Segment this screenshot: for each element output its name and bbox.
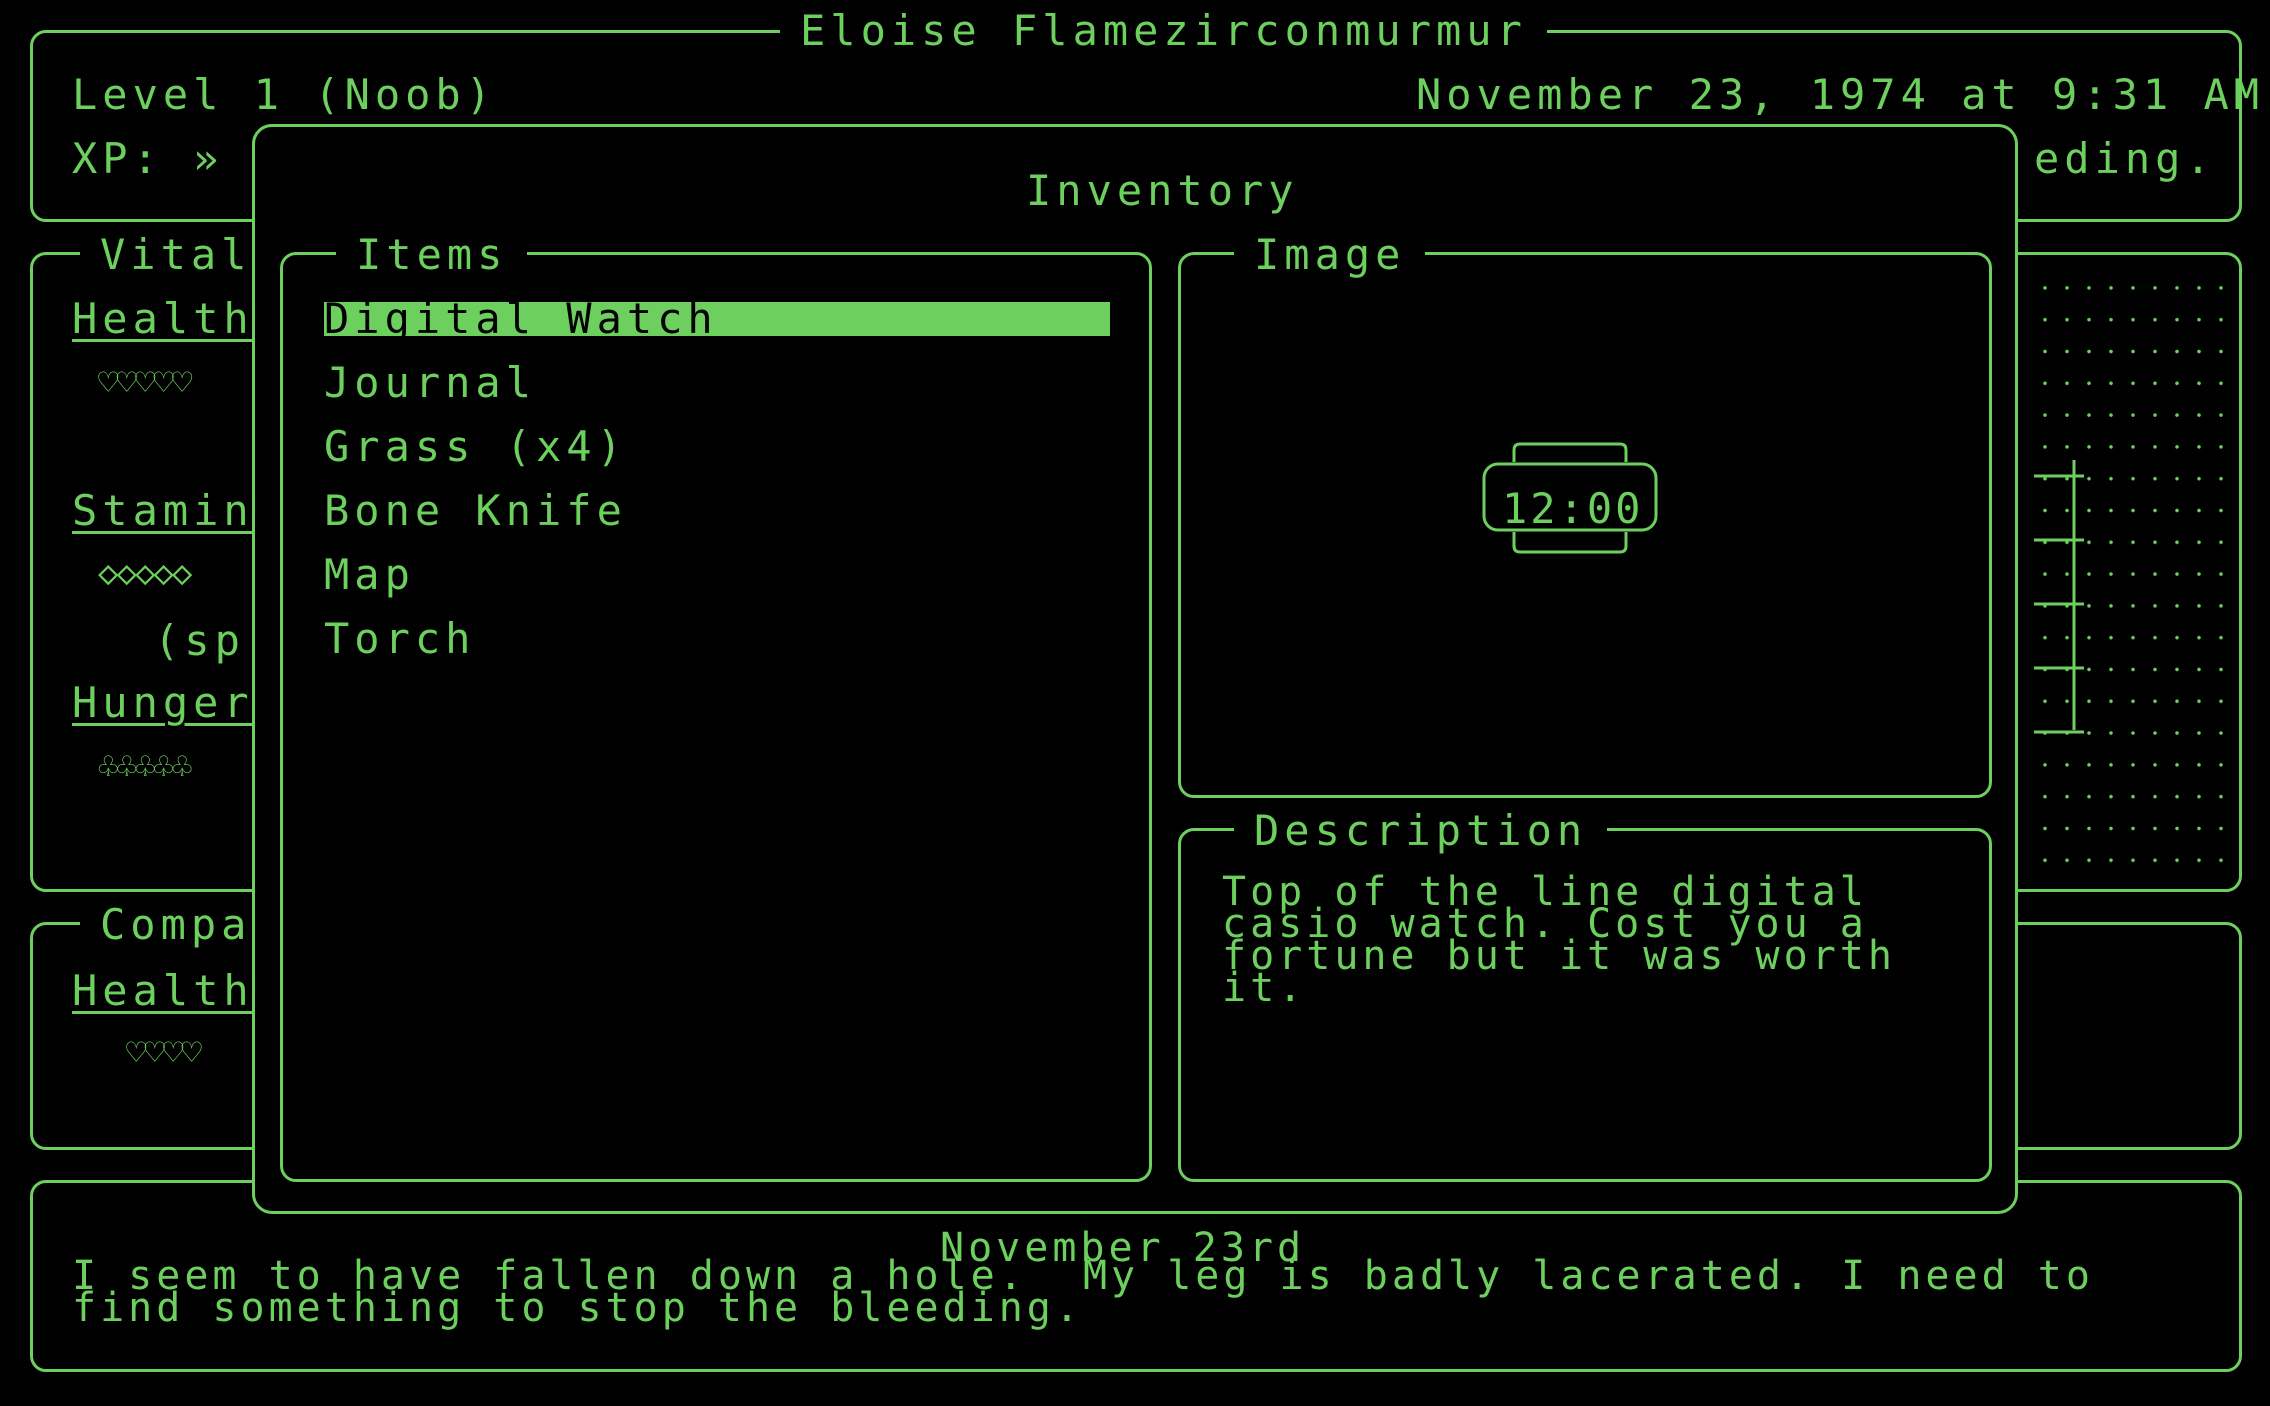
- hunger-icon: ♧♧♧♧♧: [98, 747, 192, 787]
- inventory-item-bone-knife[interactable]: Bone Knife: [324, 490, 627, 532]
- stamina-note: (sp: [154, 616, 245, 665]
- inventory-item-torch[interactable]: Torch: [324, 618, 475, 660]
- level-text: Level 1 (Noob): [72, 70, 497, 119]
- xp-text: XP: »: [72, 134, 224, 183]
- map-path: [2034, 460, 2114, 740]
- watch-display-text: 12:00: [1502, 484, 1644, 533]
- companion-health-label: Health: [72, 966, 254, 1015]
- companion-title: Compa: [80, 904, 272, 946]
- item-description: Top of the line digital casio watch. Cos…: [1222, 869, 1896, 1011]
- inventory-item-digital-watch[interactable]: Digital Watch: [324, 298, 718, 340]
- journal-line-2: find something to stop the bleeding.: [72, 1285, 1083, 1331]
- stamina-diamonds-icon: ◇◇◇◇◇: [98, 553, 192, 593]
- inventory-item-map[interactable]: Map: [324, 554, 415, 596]
- health-label: Health: [72, 294, 254, 343]
- companion-hearts-icon: ♡♡♡♡: [126, 1033, 202, 1073]
- items-list: Digital Watch Journal Grass (x4) Bone Kn…: [324, 298, 1110, 660]
- inventory-item-grass[interactable]: Grass (x4): [324, 426, 627, 468]
- inventory-title: Inventory: [1026, 166, 1299, 215]
- hunger-label: Hunger: [72, 678, 254, 727]
- health-hearts-icon: ♡♡♡♡♡: [98, 363, 192, 403]
- player-name: Eloise Flamezirconmurmur: [780, 10, 1547, 52]
- status-text: eding.: [2034, 134, 2216, 183]
- items-title: Items: [336, 234, 528, 276]
- stamina-label: Stamin: [72, 486, 254, 535]
- description-title: Description: [1234, 810, 1608, 852]
- datetime-text: November 23, 1974 at 9:31 AM: [1416, 70, 2265, 119]
- inventory-item-journal[interactable]: Journal: [324, 362, 536, 404]
- image-title: Image: [1234, 234, 1426, 276]
- vitals-title: Vital: [80, 234, 272, 276]
